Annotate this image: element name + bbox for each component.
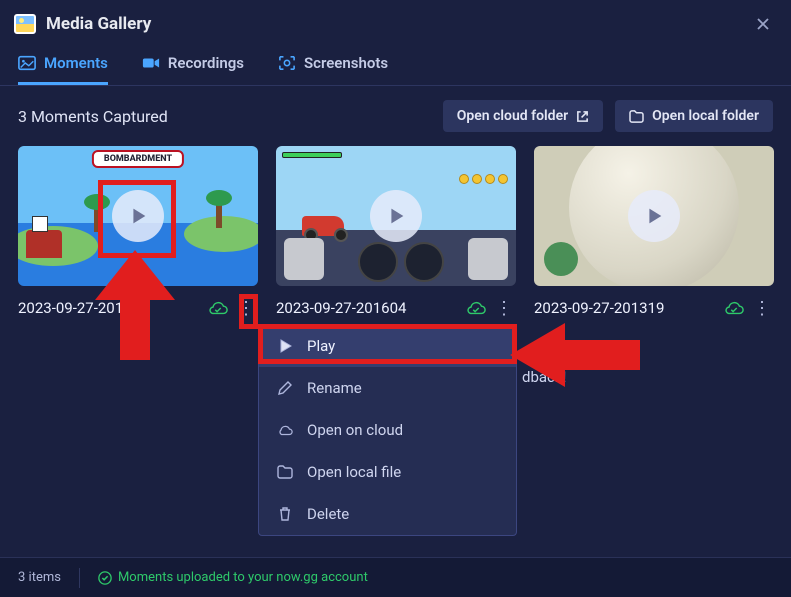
tab-moments[interactable]: Moments — [18, 54, 108, 85]
moments-icon — [18, 55, 36, 71]
cloud-sync-button[interactable] — [464, 296, 488, 320]
more-options-button[interactable]: ⋮ — [492, 296, 516, 320]
card-row: 2023-09-27-201319 ⋮ — [534, 286, 774, 320]
menu-item-label: Play — [307, 337, 335, 355]
close-icon — [755, 16, 771, 32]
play-overlay-icon — [628, 190, 680, 242]
thumbnail[interactable] — [276, 146, 516, 286]
toolbar: 3 Moments Captured Open cloud folder Ope… — [0, 86, 791, 146]
status-bar: 3 items Moments uploaded to your now.gg … — [0, 557, 791, 597]
cloud-check-icon — [466, 300, 486, 316]
tab-recordings[interactable]: Recordings — [142, 54, 244, 85]
menu-item-open-cloud[interactable]: Open on cloud — [259, 409, 516, 451]
thumbnail[interactable] — [534, 146, 774, 286]
button-label: Open local folder — [652, 108, 759, 124]
play-overlay-icon — [112, 190, 164, 242]
file-name: 2023-09-27-201803 — [18, 299, 202, 317]
menu-item-delete[interactable]: Delete — [259, 493, 516, 535]
menu-item-label: Open on cloud — [307, 421, 403, 439]
recordings-icon — [142, 55, 160, 71]
titlebar: Media Gallery — [0, 0, 791, 48]
thumbnail-banner: BOMBARDMENT — [92, 150, 184, 168]
status-upload-ok: Moments uploaded to your now.gg account — [98, 570, 368, 585]
close-button[interactable] — [749, 10, 777, 38]
media-card: 2023-09-27-201319 ⋮ — [534, 146, 774, 320]
menu-item-rename[interactable]: Rename — [259, 367, 516, 409]
trash-icon — [277, 506, 293, 522]
status-message: Moments uploaded to your now.gg account — [118, 570, 368, 585]
open-cloud-folder-button[interactable]: Open cloud folder — [443, 100, 603, 132]
thumbnail[interactable]: BOMBARDMENT — [18, 146, 258, 286]
external-link-icon — [576, 110, 589, 123]
tab-label: Screenshots — [304, 54, 388, 72]
window-title: Media Gallery — [46, 14, 151, 34]
context-menu: Play Rename Open on cloud Open local fil… — [258, 324, 517, 536]
media-card: 2023-09-27-201604 ⋮ — [276, 146, 516, 320]
menu-item-label: Delete — [307, 505, 349, 523]
gallery-icon — [14, 14, 36, 34]
kebab-icon: ⋮ — [753, 298, 771, 319]
menu-item-play[interactable]: Play — [259, 325, 516, 367]
kebab-icon: ⋮ — [237, 298, 255, 319]
tab-screenshots[interactable]: Screenshots — [278, 54, 388, 85]
more-options-button[interactable]: ⋮ — [234, 296, 258, 320]
button-label: Open cloud folder — [457, 108, 568, 124]
media-card: BOMBARDMENT 2023-09-27-201803 ⋮ — [18, 146, 258, 320]
check-circle-icon — [98, 571, 112, 585]
file-name: 2023-09-27-201319 — [534, 299, 718, 317]
folder-icon — [629, 110, 644, 123]
tab-bar: Moments Recordings Screenshots — [0, 48, 791, 86]
folder-icon — [277, 464, 293, 480]
tab-label: Moments — [44, 54, 108, 72]
status-separator — [79, 568, 80, 588]
status-item-count: 3 items — [18, 570, 61, 585]
card-row: 2023-09-27-201604 ⋮ — [276, 286, 516, 320]
cloud-sync-button[interactable] — [722, 296, 746, 320]
cloud-sync-button[interactable] — [206, 296, 230, 320]
cloud-check-icon — [724, 300, 744, 316]
cloud-check-icon — [208, 300, 228, 316]
kebab-icon: ⋮ — [495, 298, 513, 319]
captured-count-label: 3 Moments Captured — [18, 107, 168, 126]
menu-item-label: Rename — [307, 379, 362, 397]
card-row: 2023-09-27-201803 ⋮ — [18, 286, 258, 320]
media-grid: BOMBARDMENT 2023-09-27-201803 ⋮ — [0, 146, 791, 320]
open-local-folder-button[interactable]: Open local folder — [615, 100, 773, 132]
pencil-icon — [277, 380, 293, 396]
menu-item-label: Open local file — [307, 463, 401, 481]
more-options-button[interactable]: ⋮ — [750, 296, 774, 320]
menu-item-open-local[interactable]: Open local file — [259, 451, 516, 493]
tab-label: Recordings — [168, 54, 244, 72]
play-icon — [277, 338, 293, 354]
play-overlay-icon — [370, 190, 422, 242]
cloud-open-icon — [277, 422, 293, 438]
file-name: 2023-09-27-201604 — [276, 299, 460, 317]
screenshots-icon — [278, 55, 296, 71]
obscured-text-right: dback! — [522, 368, 566, 386]
